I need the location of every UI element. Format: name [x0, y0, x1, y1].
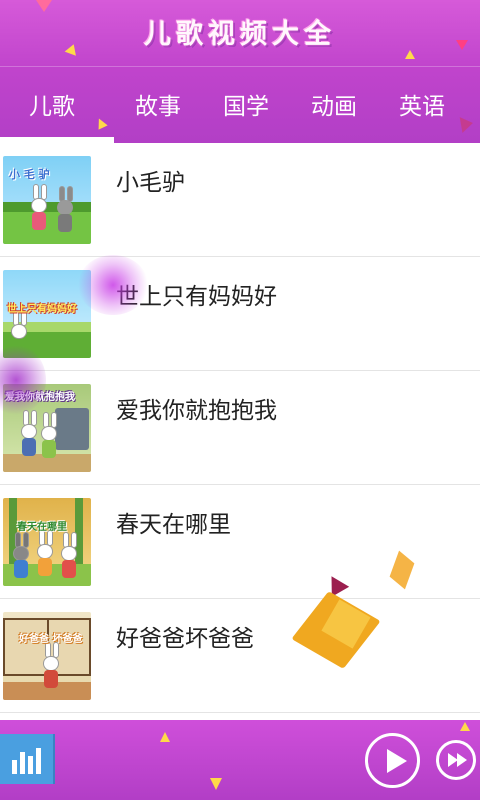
confetti-decoration: [160, 732, 170, 742]
confetti-decoration: [210, 778, 222, 790]
title-divider: [0, 66, 480, 67]
confetti-decoration: [36, 0, 52, 12]
confetti-decoration: [460, 722, 470, 731]
category-tabs: 儿歌 故事 国学 动画 英语: [0, 78, 480, 136]
play-button[interactable]: [365, 733, 420, 788]
list-item[interactable]: 好爸爸 坏爸爸 好爸爸坏爸爸: [0, 599, 480, 713]
thumbnail-caption: 世上只有妈妈好: [7, 304, 77, 315]
song-title: 小毛驴: [116, 170, 185, 196]
thumbnail-caption: 好爸爸 坏爸爸: [19, 634, 83, 645]
song-title: 爱我你就抱抱我: [116, 398, 277, 424]
thumbnail-caption: 小 毛 驴: [9, 168, 50, 181]
equalizer-button[interactable]: [0, 734, 55, 784]
song-list: 小 毛 驴 小毛驴 世上只有妈妈好 世上只有妈妈好 爱我你就抱抱我 爱我你就抱抱…: [0, 143, 480, 720]
song-thumbnail: 爱我你就抱抱我: [3, 384, 91, 472]
thumbnail-caption: 春天在哪里: [17, 522, 67, 533]
list-item[interactable]: 爱我你就抱抱我 爱我你就抱抱我: [0, 371, 480, 485]
song-thumbnail: 世上只有妈妈好: [3, 270, 91, 358]
list-item[interactable]: 世上只有妈妈好 世上只有妈妈好: [0, 257, 480, 371]
song-thumbnail: 好爸爸 坏爸爸: [3, 612, 91, 700]
song-thumbnail: 小 毛 驴: [3, 156, 91, 244]
tab-children-songs[interactable]: 儿歌: [0, 78, 104, 136]
tab-stories[interactable]: 故事: [110, 78, 206, 136]
next-button[interactable]: [436, 740, 476, 780]
song-title: 世上只有妈妈好: [116, 284, 277, 310]
list-item[interactable]: 小 毛 驴 小毛驴: [0, 143, 480, 257]
song-title: 好爸爸坏爸爸: [116, 626, 254, 652]
tab-english[interactable]: 英语: [376, 78, 468, 136]
thumbnail-caption: 爱我你就抱抱我: [5, 392, 75, 403]
tab-chinese-classics[interactable]: 国学: [200, 78, 292, 136]
song-thumbnail: 春天在哪里: [3, 498, 91, 586]
player-bar: [0, 720, 480, 800]
app-title: 儿歌视频大全: [144, 19, 336, 50]
list-item[interactable]: 春天在哪里 春天在哪里: [0, 485, 480, 599]
play-icon: [387, 749, 407, 773]
tab-animation[interactable]: 动画: [288, 78, 380, 136]
app-header: 儿歌视频大全 儿歌 故事 国学 动画 英语: [0, 0, 480, 143]
song-title: 春天在哪里: [116, 512, 231, 538]
